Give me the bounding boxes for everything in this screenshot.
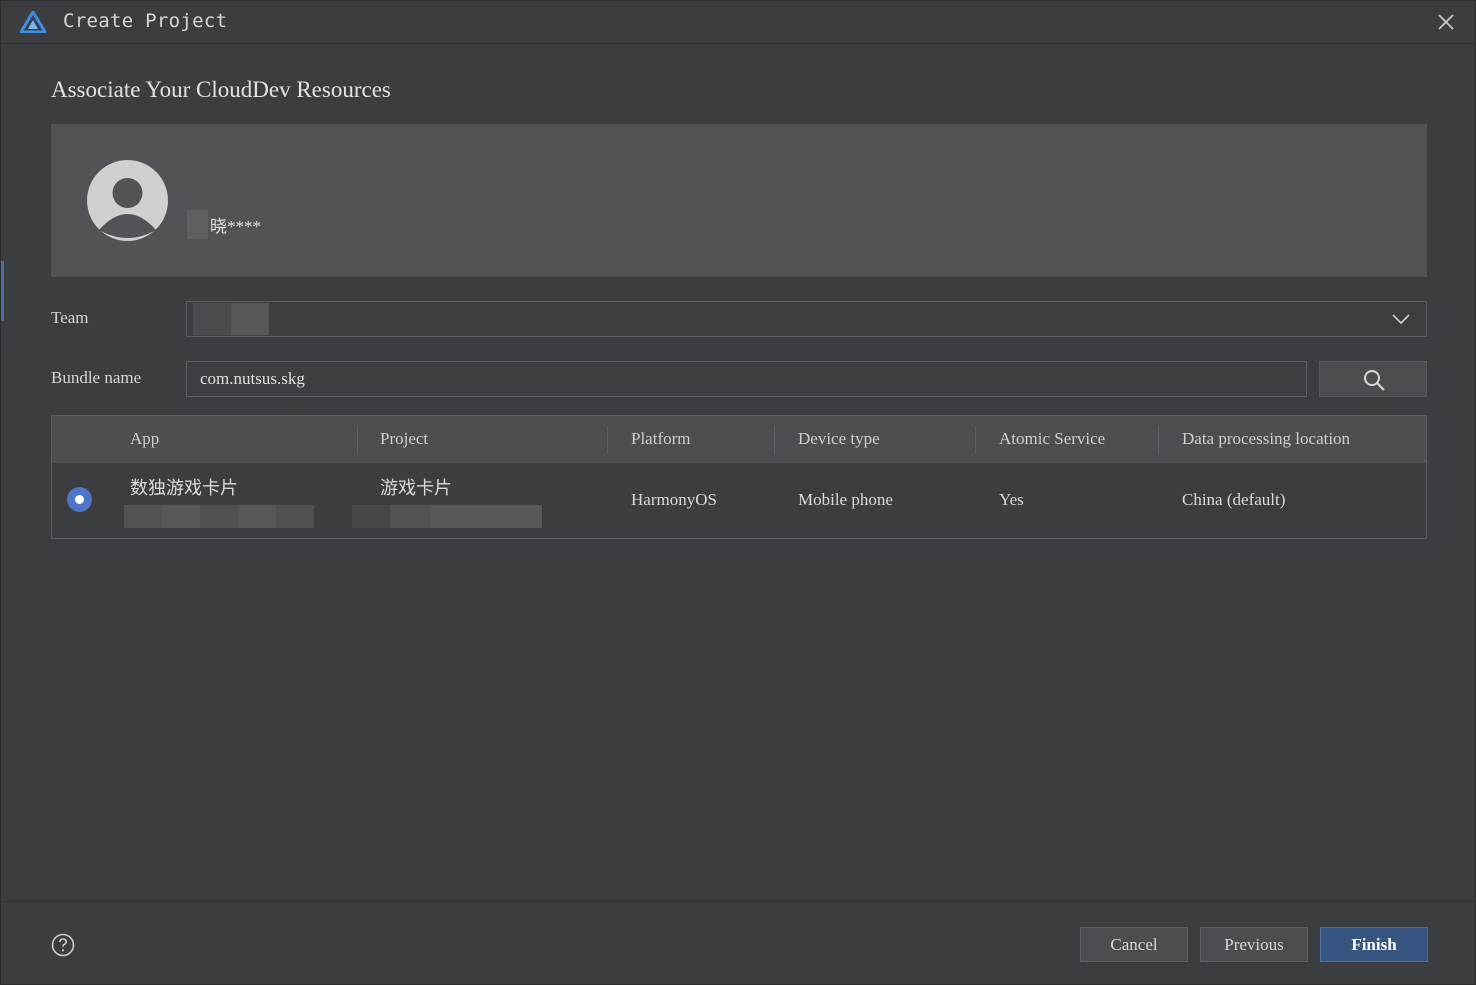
avatar-icon xyxy=(87,160,168,241)
search-button[interactable] xyxy=(1319,361,1427,397)
search-icon xyxy=(1364,370,1385,391)
app-name: 数独游戏卡片 xyxy=(130,478,238,499)
harmony-logo-icon xyxy=(20,11,46,33)
column-header-platform[interactable]: Platform xyxy=(631,429,691,449)
column-divider xyxy=(607,426,608,454)
location-value: China (default) xyxy=(1182,490,1286,509)
bundle-name-input[interactable] xyxy=(186,361,1307,397)
atomic-service-value: Yes xyxy=(999,490,1024,509)
project-id-mask xyxy=(352,505,390,528)
account-panel: 晓**** xyxy=(51,124,1427,277)
page-title: Associate Your CloudDev Resources xyxy=(51,77,391,102)
left-edge-indicator xyxy=(1,261,4,321)
team-label: Team xyxy=(51,308,89,327)
project-id-mask xyxy=(430,505,542,528)
user-name-mask xyxy=(187,210,208,239)
close-icon[interactable] xyxy=(1435,11,1457,33)
chevron-down-icon xyxy=(1392,314,1410,325)
bundle-name-label: Bundle name xyxy=(51,368,142,387)
row-radio-button[interactable] xyxy=(67,487,92,512)
platform-value: HarmonyOS xyxy=(631,490,717,509)
column-divider xyxy=(1158,426,1159,454)
team-dropdown[interactable] xyxy=(186,301,1427,337)
team-value-mask xyxy=(231,303,269,335)
footer-divider xyxy=(1,901,1475,902)
column-header-device-type[interactable]: Device type xyxy=(798,429,880,449)
table-header: App Project Platform Device type Atomic … xyxy=(52,416,1426,463)
column-header-app[interactable]: App xyxy=(130,429,159,449)
cancel-button[interactable]: Cancel xyxy=(1080,927,1188,962)
team-value-mask xyxy=(193,303,231,335)
column-divider xyxy=(975,426,976,454)
app-id-mask xyxy=(200,505,238,528)
column-header-location[interactable]: Data processing location xyxy=(1182,429,1350,449)
app-id-mask xyxy=(162,505,200,528)
user-name: 晓**** xyxy=(210,217,261,236)
project-id-mask xyxy=(390,505,430,528)
window-title: Create Project xyxy=(63,10,228,32)
help-icon[interactable] xyxy=(51,933,75,957)
create-project-dialog: Create Project Associate Your CloudDev R… xyxy=(0,0,1476,985)
column-header-project[interactable]: Project xyxy=(380,429,428,449)
previous-button[interactable]: Previous xyxy=(1200,927,1308,962)
title-bar: Create Project xyxy=(1,1,1475,44)
table-row[interactable]: 数独游戏卡片 游戏卡片 HarmonyOS Mobile phone Yes C… xyxy=(52,463,1426,539)
device-type-value: Mobile phone xyxy=(798,490,893,509)
app-id-mask xyxy=(276,505,314,528)
column-header-atomic-service[interactable]: Atomic Service xyxy=(999,429,1105,449)
column-divider xyxy=(774,426,775,454)
resources-table: App Project Platform Device type Atomic … xyxy=(51,415,1427,539)
finish-button[interactable]: Finish xyxy=(1320,927,1428,962)
project-name: 游戏卡片 xyxy=(380,478,452,499)
app-id-mask xyxy=(124,505,162,528)
app-id-mask xyxy=(238,505,276,528)
column-divider xyxy=(357,426,358,454)
